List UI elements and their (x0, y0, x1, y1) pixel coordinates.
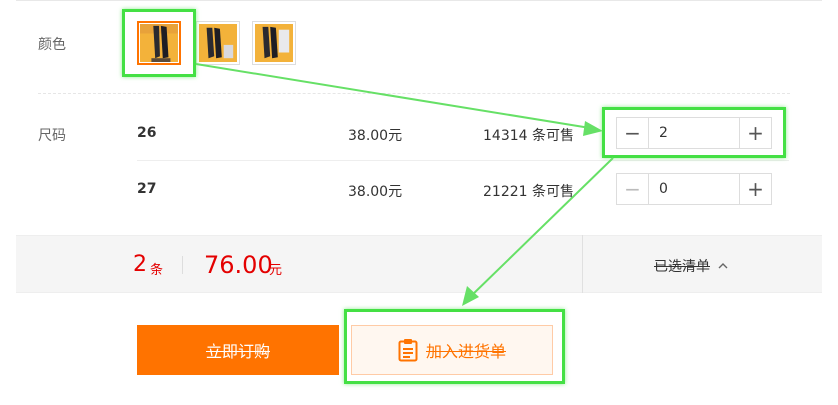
arrowhead-2 (462, 286, 479, 306)
arrow-swatch-to-stepper (195, 63, 591, 129)
arrowhead-1 (583, 121, 603, 136)
annotation-arrows (195, 63, 614, 306)
arrow-stepper-to-add (469, 157, 614, 298)
